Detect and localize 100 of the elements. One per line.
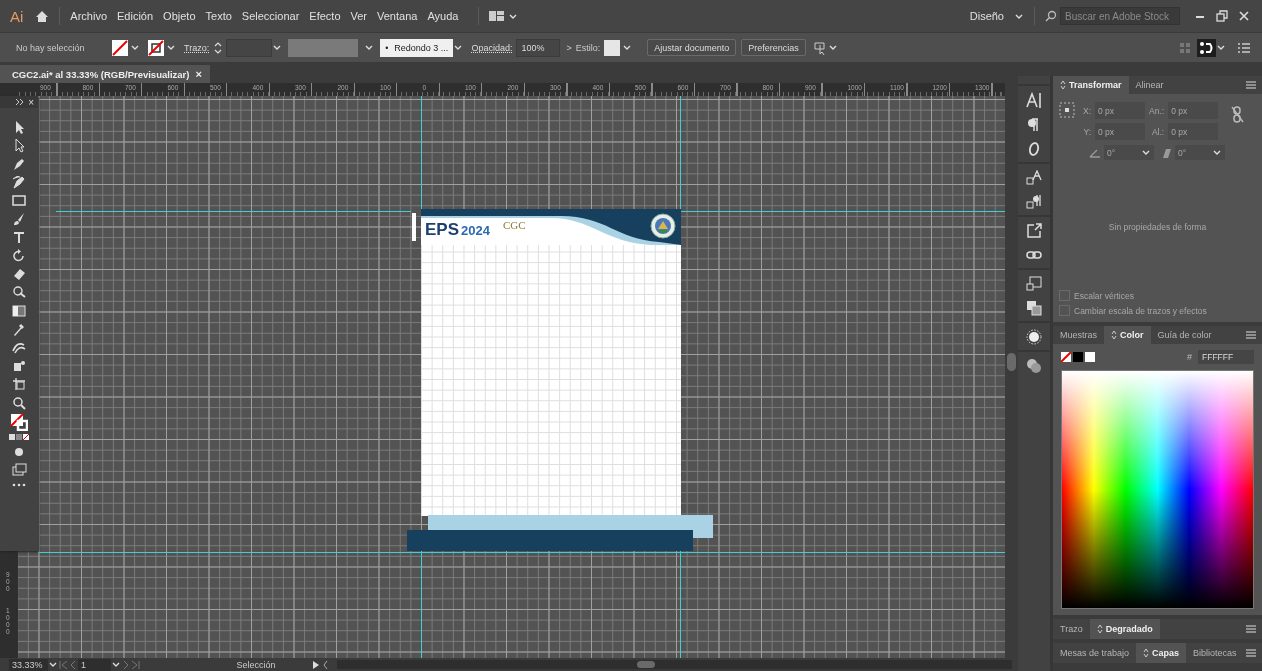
caret-icon[interactable] [453,43,464,52]
list-icon[interactable] [1238,41,1250,54]
hex-field[interactable]: FFFFFF [1198,350,1254,364]
panel-menu-icon[interactable] [1246,625,1256,633]
panel-tab[interactable]: Muestras [1053,326,1104,344]
character-icon[interactable] [1026,92,1042,109]
menu-item[interactable]: Seleccionar [241,10,300,22]
none-swatch-icon[interactable] [1061,352,1071,362]
updown-icon[interactable] [1111,330,1117,340]
recolor-icon[interactable] [813,40,828,55]
artboards-icon[interactable] [1026,276,1042,292]
artboard[interactable]: EPS2024 CGC [421,209,681,516]
search-field[interactable]: Buscar en Adobe Stock [1060,7,1180,25]
rotate-icon[interactable] [11,247,27,264]
gradient-tool-icon[interactable] [11,302,27,319]
caret-icon[interactable] [622,43,633,52]
stepper-icon[interactable] [213,40,224,55]
horizontal-scrollbar[interactable] [337,660,1012,669]
panel-tab[interactable]: Guía de color [1150,326,1219,344]
panel-close-button[interactable]: × [28,96,34,108]
export-icon[interactable] [1026,223,1042,239]
artboard-tool-icon[interactable] [11,376,27,393]
variable-width-field[interactable] [288,38,359,57]
zoom-field[interactable]: 33.33% [9,658,48,671]
prev-page-icon[interactable] [68,659,78,670]
logo-title: EPS [425,220,460,240]
panel-tab[interactable]: Mesas de trabajo [1053,643,1137,663]
arrange-icon[interactable] [1026,300,1042,316]
menu-item[interactable]: Ventana [377,10,418,22]
updown-icon[interactable] [1096,624,1103,634]
paragraph-styles-icon[interactable] [1026,194,1042,210]
caret-icon[interactable] [111,660,121,669]
menu-item[interactable]: Texto [205,10,232,22]
stroke-label: Trazo: [184,42,210,53]
caret-icon[interactable] [827,43,838,52]
panel-tab[interactable]: Bibliotecas [1186,643,1244,663]
rectangle-tool-icon[interactable] [11,192,27,209]
color-modes-icon[interactable] [9,433,29,442]
hex-label: # [1187,352,1192,362]
grid-dots-icon[interactable] [1179,41,1191,54]
search-icon[interactable] [1045,10,1057,22]
type-tool-icon[interactable] [11,229,27,246]
workspace-switcher[interactable]: Diseño [969,10,1004,22]
empty-state-message: Sin propiedades de forma [1107,222,1208,232]
menu-item[interactable]: Ver [350,10,367,22]
stroke-swatch-icon[interactable] [148,39,164,56]
menu-item[interactable]: Archivo [70,10,108,22]
home-icon[interactable] [35,9,50,23]
caret-icon[interactable] [272,43,283,52]
fill-swatch-icon[interactable] [112,39,128,56]
field-label: Al.: [1150,126,1165,137]
curvature-pen-icon[interactable] [11,173,27,190]
dark-swatch-icon[interactable] [1073,352,1083,362]
app-logo[interactable]: Ai [10,7,24,25]
style-swatch[interactable] [604,39,621,56]
updown-icon[interactable] [1143,648,1150,658]
panel-tab[interactable]: Capas [1136,643,1187,663]
document-tab[interactable]: CGC2.ai* al 33.33% (RGB/Previsualizar) × [0,65,210,83]
caret-icon[interactable] [48,660,58,669]
panel-menu-icon[interactable] [1246,331,1256,339]
layout-icon[interactable] [489,10,505,22]
character-styles-icon[interactable] [1026,170,1042,186]
tab-close-button[interactable]: × [195,68,202,80]
caret-icon[interactable] [130,43,140,52]
organization-logo: CGC [503,219,526,231]
toolbar-button[interactable]: Preferencias [741,39,806,56]
caret-icon[interactable] [1216,43,1226,52]
fill-stroke-icon[interactable] [10,413,28,432]
brush-dropdown[interactable]: • Redondo 3 ... [380,38,454,57]
color-spectrum[interactable] [1061,370,1254,609]
opentype-icon[interactable] [1026,141,1042,157]
footer-light-band[interactable] [428,515,713,538]
panel-menu-icon[interactable] [1246,649,1256,657]
appearance-icon[interactable] [1026,329,1042,345]
page-field[interactable]: 1 [78,658,111,671]
panel-tab[interactable]: Trazo [1053,619,1090,639]
opacity-label: Opacidad: [471,42,513,53]
caret-icon[interactable] [166,43,176,52]
toolbar-button[interactable]: Ajustar documento [647,39,737,56]
field-label: Y: [1083,126,1092,137]
light-swatch-icon[interactable] [1085,352,1095,362]
panel-menu-icon[interactable] [1246,81,1256,89]
close-icon[interactable] [1238,10,1250,22]
restore-icon[interactable] [1216,10,1228,22]
menu-item[interactable]: Edición [117,10,154,22]
panel-tab[interactable]: Color [1104,326,1151,344]
menu-item[interactable]: Efecto [309,10,341,22]
play-icon[interactable] [311,659,321,670]
screen-mode-icon[interactable] [11,462,27,479]
seal-icon [650,213,676,239]
shape-builder-icon[interactable] [11,284,27,301]
panel-tab[interactable]: Degradado [1089,619,1160,639]
collapse-icon[interactable] [15,98,25,106]
graphic-styles-icon[interactable] [1026,358,1042,374]
opacity-field[interactable]: 100% [516,38,561,57]
eyedropper-icon[interactable] [11,321,27,338]
menu-item[interactable]: Ayuda [427,10,459,22]
menu-item[interactable]: Objeto [163,10,196,22]
opacity-arrow[interactable]: > [566,42,572,53]
zoom-icon[interactable] [11,394,27,411]
